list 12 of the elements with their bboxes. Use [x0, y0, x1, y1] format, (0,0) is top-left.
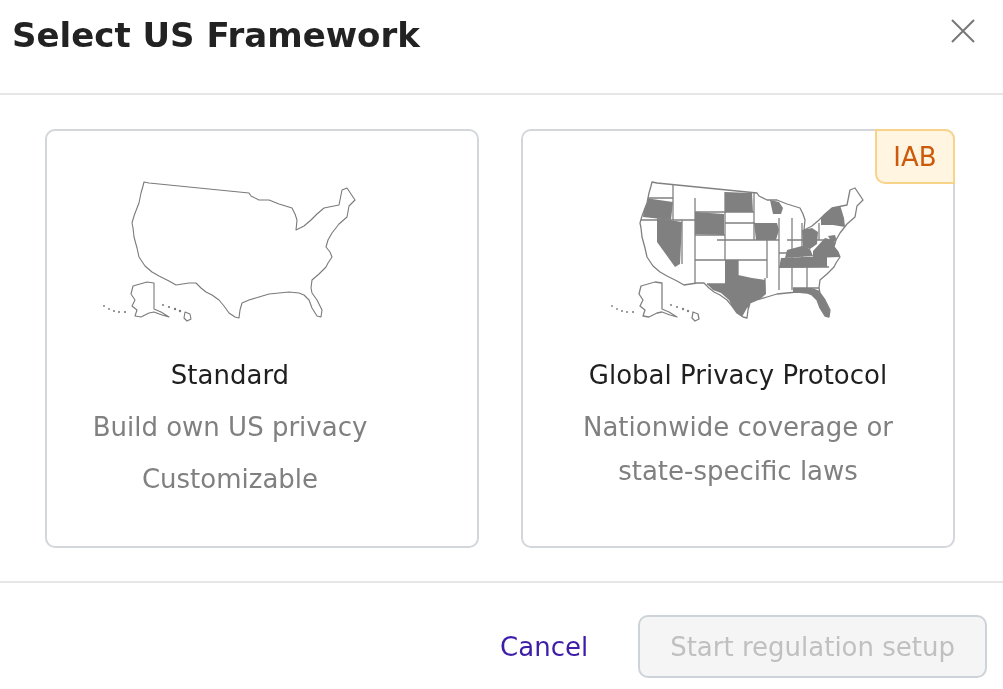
framework-option-card[interactable]: Global Privacy Protocol Nationwide coverage or state-specific laws IAB: [521, 129, 955, 548]
option-description: Nationwide coverage or state-specific laws: [582, 411, 894, 488]
option-title: Global Privacy Protocol: [588, 359, 888, 392]
framework-option-card[interactable]: Standard Build own US privacy Customizable: [45, 129, 479, 548]
close-icon: [951, 19, 975, 43]
corner-badge: IAB: [875, 129, 955, 184]
option-title: Standard: [170, 359, 290, 392]
dialog-title: Select US Framework: [12, 14, 420, 56]
cancel-link[interactable]: Cancel: [500, 629, 589, 665]
close-button[interactable]: [951, 19, 975, 43]
option-description: Build own US privacy: [92, 411, 368, 444]
option-description: Customizable: [141, 463, 319, 496]
